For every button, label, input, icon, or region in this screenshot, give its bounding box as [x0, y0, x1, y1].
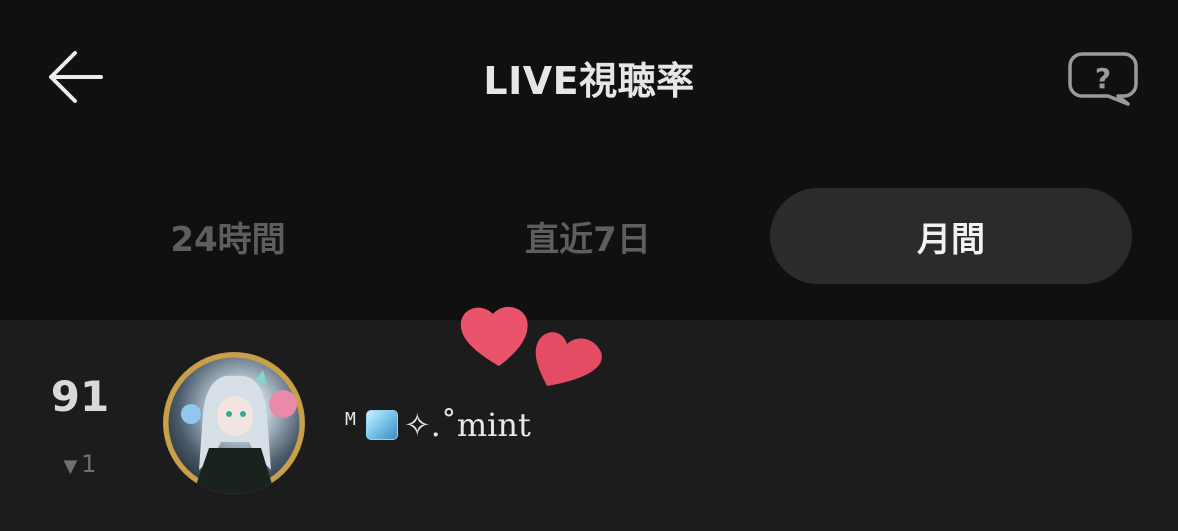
avatar[interactable]	[163, 352, 305, 494]
live-rating-screen: LIVE視聴率 ? 24時間 直近7日 月間 91 ▼ 1 M ✧.˚mint	[0, 0, 1178, 531]
avatar-image	[163, 352, 305, 494]
list-item[interactable]: 91 ▼ 1 M ✧.˚mint	[0, 320, 1178, 531]
tab-monthly[interactable]: 月間	[770, 188, 1132, 284]
rank-change: ▼ 1	[30, 450, 130, 478]
help-button[interactable]: ?	[1068, 50, 1142, 110]
username-prefix: M	[345, 408, 356, 430]
username-text: ✧.˚mint	[403, 406, 531, 444]
rank-number: 91	[50, 372, 110, 421]
question-bubble-icon: ?	[1068, 52, 1138, 106]
svg-text:?: ?	[1095, 62, 1111, 95]
tab-last-7-days[interactable]: 直近7日	[408, 188, 768, 284]
ice-cube-icon	[365, 410, 398, 440]
page-title: LIVE視聴率	[483, 59, 695, 103]
header: LIVE視聴率 ?	[0, 0, 1178, 160]
ranking-list: 91 ▼ 1 M ✧.˚mint	[0, 320, 1178, 531]
period-tabs: 24時間 直近7日 月間	[48, 188, 1132, 284]
tab-24-hours[interactable]: 24時間	[48, 188, 408, 284]
down-arrow-icon: ▼	[63, 456, 78, 477]
rank-change-value: 1	[81, 450, 97, 478]
username: M ✧.˚mint	[345, 406, 531, 444]
